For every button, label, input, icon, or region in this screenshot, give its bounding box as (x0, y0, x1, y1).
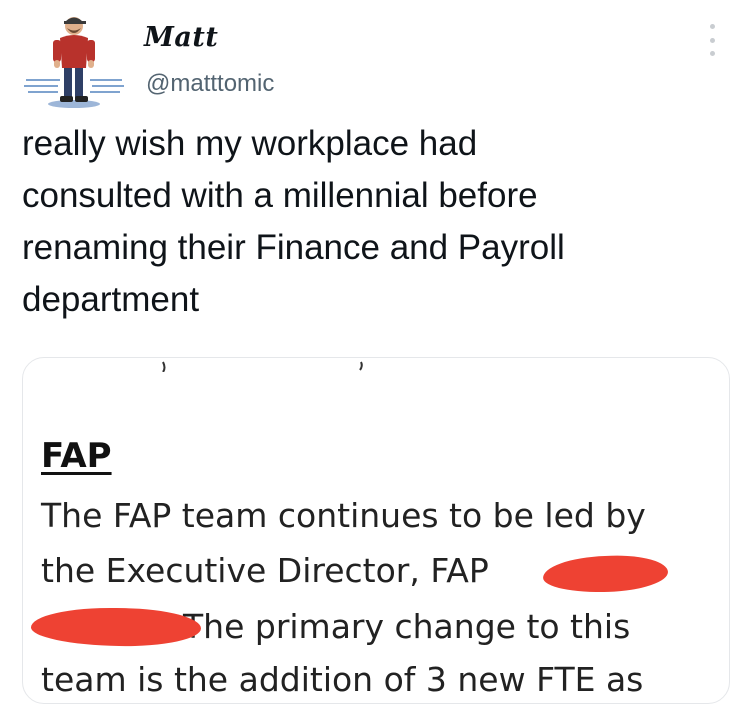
tweet-text: really wish my workplace had consulted w… (22, 124, 565, 319)
document-line: The primary change to this (183, 607, 631, 646)
document-screenshot: FAP The FAP team continues to be led by … (23, 358, 729, 703)
redaction-mark (542, 553, 669, 595)
cropped-text-fragment (162, 361, 363, 372)
document-line: team is the addition of 3 new FTE as (41, 660, 644, 699)
avatar[interactable] (22, 8, 126, 112)
display-name[interactable]: Matt (144, 22, 218, 53)
document-line: the Executive Director, FAP (41, 551, 489, 590)
document-heading: FAP (41, 436, 112, 476)
document-line: The FAP team continues to be led by (41, 496, 646, 535)
more-vertical-icon[interactable] (700, 22, 724, 58)
tweet: Matt @matttomic really wish my workplace… (0, 0, 750, 704)
redaction-mark (30, 606, 202, 648)
cartoon-man-avatar-icon (24, 17, 124, 108)
user-handle[interactable]: @matttomic (146, 70, 274, 98)
tweet-media-card[interactable]: FAP The FAP team continues to be led by … (22, 357, 730, 704)
